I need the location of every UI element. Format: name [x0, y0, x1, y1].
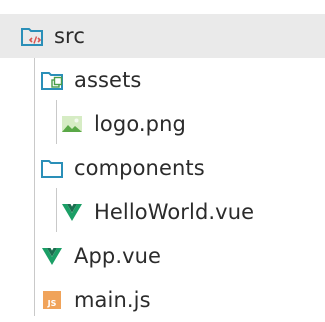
tree-item-app-vue[interactable]: App.vue: [0, 234, 325, 278]
folder-src-icon: [20, 24, 44, 48]
tree-item-label: components: [74, 156, 205, 180]
tree-item-assets[interactable]: assets: [0, 58, 325, 102]
tree-item-label: HelloWorld.vue: [94, 200, 255, 224]
tree-item-label: assets: [74, 68, 142, 92]
tree-item-label: src: [54, 24, 85, 48]
tree-item-label: main.js: [74, 288, 151, 312]
tree-item-logo-png[interactable]: logo.png: [0, 102, 325, 146]
folder-icon: [40, 156, 64, 180]
tree-item-main-js[interactable]: JS main.js: [0, 278, 325, 322]
tree-item-helloworld-vue[interactable]: HelloWorld.vue: [0, 190, 325, 234]
image-file-icon: [60, 112, 84, 136]
tree-item-label: App.vue: [74, 244, 162, 268]
js-file-icon-text: JS: [43, 291, 61, 309]
folder-assets-icon: [40, 68, 64, 92]
tree-item-label: logo.png: [94, 112, 186, 136]
vue-file-icon: [60, 200, 84, 224]
tree-item-components[interactable]: components: [0, 146, 325, 190]
file-explorer-tree: src assets logo.png components HelloWorl…: [0, 0, 325, 322]
vue-file-icon: [40, 244, 64, 268]
tree-item-src[interactable]: src: [0, 14, 325, 58]
js-file-icon: JS: [40, 288, 64, 312]
